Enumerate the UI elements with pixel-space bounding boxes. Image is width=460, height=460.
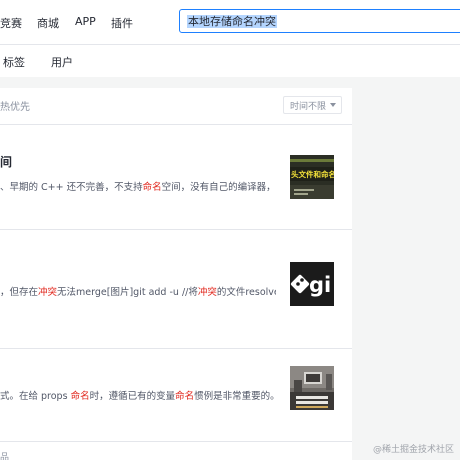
git-logo-text: gi bbox=[309, 273, 331, 297]
result-thumbnail[interactable]: 头文件和命名空 bbox=[290, 155, 334, 199]
snippet-text: 式。在给 props bbox=[0, 391, 71, 402]
result-snippet: 式。在给 props 命名时，遵循已有的变量命名惯例是非常重要的。例如 bbox=[0, 388, 276, 402]
result-thumbnail[interactable]: gi bbox=[290, 262, 334, 306]
snippet-highlight: 冲突 bbox=[197, 287, 217, 298]
snippet-text: 无法merge[图片]git add -u //将 bbox=[57, 287, 198, 298]
nav-item-mall[interactable]: 商城 bbox=[37, 15, 59, 31]
search-type-tabs: 标签 用户 bbox=[0, 45, 460, 77]
thumbnail-caption: 头文件和命名空 bbox=[291, 169, 334, 179]
snippet-text: 的文件resolve掉之 bbox=[216, 287, 276, 298]
snippet-highlight: 命名 bbox=[70, 391, 90, 402]
result-snippet: 、早期的 C++ 还不完善，不支持命名空间，没有自己的编译器，而且 bbox=[0, 179, 276, 193]
tab-users[interactable]: 用户 bbox=[51, 54, 73, 70]
result-title[interactable]: 间 bbox=[0, 153, 12, 170]
snippet-text: ，但存在 bbox=[0, 287, 39, 298]
result-thumbnail[interactable] bbox=[290, 366, 334, 410]
git-logo-icon: gi bbox=[290, 262, 334, 306]
snippet-text: 空间，没有自己的编译器，而且 bbox=[161, 182, 276, 193]
thumbnail-image-room bbox=[290, 366, 334, 410]
thumbnail-image-dark-slide: 头文件和命名空 bbox=[290, 155, 334, 199]
snippet-text: 、早期的 C++ 还不完善，不支持 bbox=[0, 182, 143, 193]
top-navigation-bar: 竞赛 商城 APP 插件 本地存储命名冲突 bbox=[0, 0, 460, 45]
time-filter-select[interactable]: 时间不限 bbox=[283, 96, 342, 114]
snippet-highlight: 冲突 bbox=[38, 287, 58, 298]
result-meta-partial: 品 bbox=[0, 453, 10, 460]
snippet-text: 惯例是非常重要的。例如 bbox=[194, 391, 276, 402]
sort-hot-first[interactable]: 热优先 bbox=[0, 98, 30, 113]
result-item[interactable]: ，但存在冲突无法merge[图片]git add -u //将冲突的文件reso… bbox=[0, 230, 352, 349]
result-item[interactable]: 间 、早期的 C++ 还不完善，不支持命名空间，没有自己的编译器，而且 头文件和… bbox=[0, 125, 352, 230]
snippet-text: 时，遵循已有的变量 bbox=[89, 391, 176, 402]
time-filter-value: 时间不限 bbox=[290, 102, 327, 112]
tab-tags[interactable]: 标签 bbox=[3, 54, 25, 70]
right-sidebar bbox=[352, 88, 460, 460]
result-item[interactable]: 式。在给 props 命名时，遵循已有的变量命名惯例是非常重要的。例如 bbox=[0, 349, 352, 442]
result-snippet: ，但存在冲突无法merge[图片]git add -u //将冲突的文件reso… bbox=[0, 284, 276, 298]
search-input[interactable]: 本地存储命名冲突 bbox=[179, 9, 460, 33]
nav-item-competition[interactable]: 竞赛 bbox=[0, 15, 22, 31]
snippet-highlight: 命名 bbox=[175, 391, 195, 402]
search-input-value: 本地存储命名冲突 bbox=[187, 15, 277, 28]
nav-item-plugins[interactable]: 插件 bbox=[111, 15, 133, 31]
watermark: @稀土掘金技术社区 bbox=[372, 445, 454, 455]
nav-item-app[interactable]: APP bbox=[75, 15, 96, 28]
caret-down-icon bbox=[330, 103, 336, 107]
filter-row: 热优先 时间不限 bbox=[0, 88, 352, 125]
search-results-panel: 热优先 时间不限 间 、早期的 C++ 还不完善，不支持命名空间，没有自己的编译… bbox=[0, 88, 352, 460]
snippet-highlight: 命名 bbox=[142, 182, 162, 193]
